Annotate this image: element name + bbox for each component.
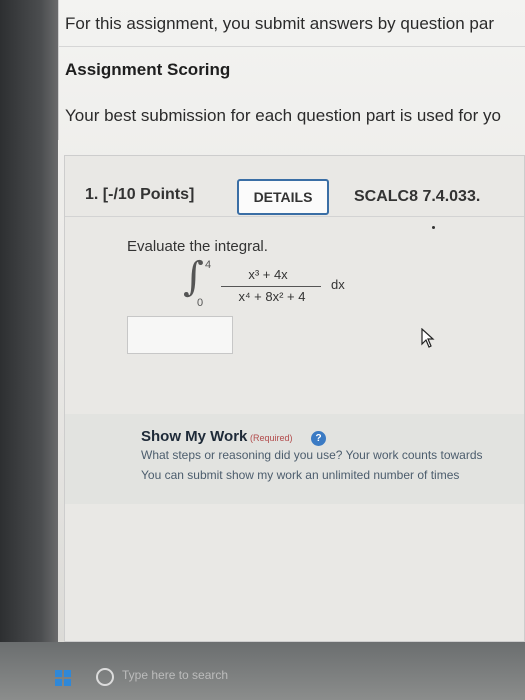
monitor-bezel [0,0,58,700]
numerator: x³ + 4x [248,267,288,282]
denominator: x⁴ + 8x² + 4 [238,289,306,304]
divider [59,46,525,47]
help-icon[interactable]: ? [311,431,326,446]
show-my-work-question: What steps or reasoning did you use? You… [141,448,483,462]
mouse-cursor-icon [421,328,435,348]
show-my-work-title: Show My Work [141,428,248,445]
question-header: 1. [-/10 Points] DETAILS SCALC8 7.4.033. [65,156,524,217]
problem-id: SCALC8 7.4.033. [354,188,481,205]
submission-info-text: For this assignment, you submit answers … [65,14,494,33]
lower-limit: 0 [197,297,204,309]
integral-expression: ∫ 4 0 x³ + 4x x⁴ + 8x² + 4 dx [183,254,353,311]
show-my-work-limit: You can submit show my work an unlimited… [141,468,460,482]
question-prompt: Evaluate the integral. [127,238,268,255]
show-my-work-section: Show My Work (Required) ? What steps or … [65,414,524,504]
differential: dx [331,277,345,292]
assignment-scoring-heading: Assignment Scoring [65,60,231,79]
search-icon[interactable] [96,668,114,686]
bullet-dot [432,226,435,229]
screen: For this assignment, you submit answers … [0,0,525,700]
scoring-description: Your best submission for each question p… [65,106,501,125]
question-panel: 1. [-/10 Points] DETAILS SCALC8 7.4.033.… [64,155,525,642]
fraction-bar [221,286,321,287]
assignment-intro: For this assignment, you submit answers … [58,0,525,140]
assignment-page: For this assignment, you submit answers … [58,0,525,642]
required-label: (Required) [250,433,293,443]
answer-input[interactable] [127,316,233,354]
taskbar: Type here to search [0,642,525,700]
question-number-points: 1. [-/10 Points] [85,186,195,203]
taskbar-search-box[interactable]: Type here to search [122,668,228,682]
integral-sign: ∫ [183,254,204,300]
details-button[interactable]: DETAILS [237,179,329,215]
upper-limit: 4 [205,259,212,271]
windows-start-icon[interactable] [55,670,71,686]
